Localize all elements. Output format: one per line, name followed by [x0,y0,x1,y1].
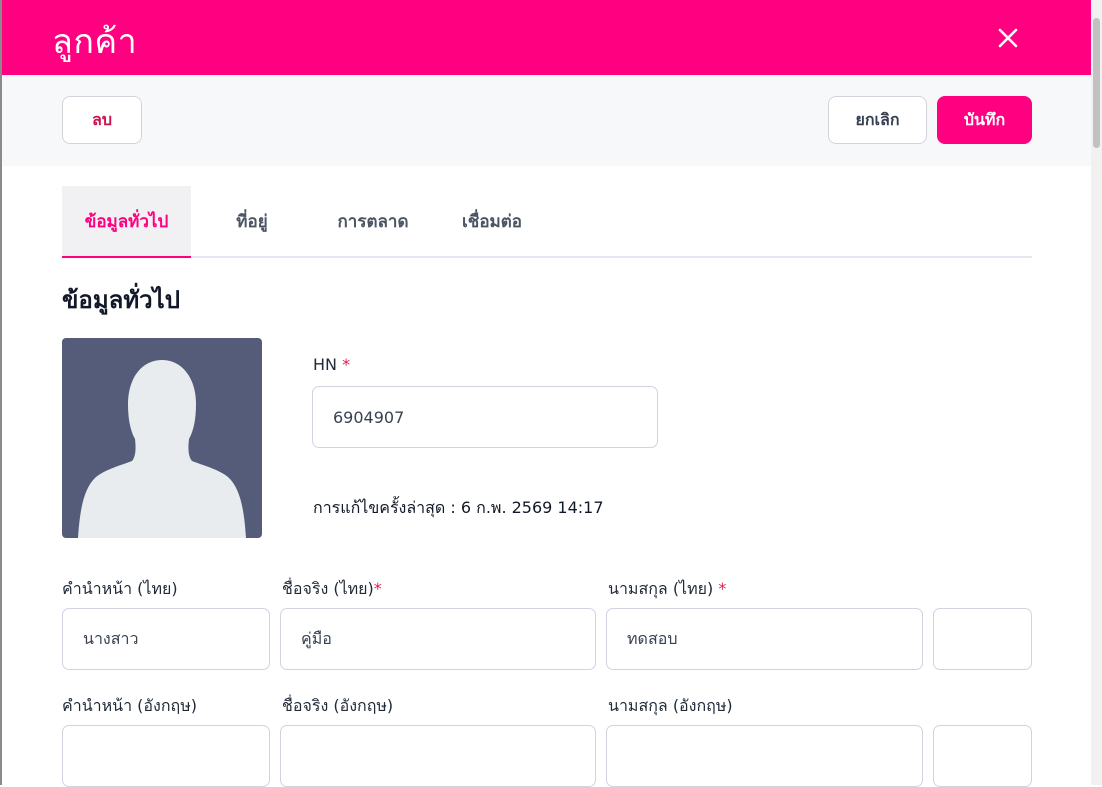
modal-title: ลูกค้า [52,22,138,62]
tab-general[interactable]: ข้อมูลทั่วไป [62,186,191,258]
scrollbar-thumb[interactable] [1093,18,1100,148]
firstname-th-label-text: ชื่อจริง (ไทย) [282,579,374,598]
save-button[interactable]: บันทึก [937,96,1032,144]
tab-connect[interactable]: เชื่อมต่อ [446,186,538,256]
prefix-th-label: คำนำหน้า (ไทย) [62,579,178,598]
avatar[interactable] [62,338,262,538]
required-mark: * [342,355,351,374]
hn-label: HN * [313,354,350,376]
scrollbar[interactable] [1091,0,1102,785]
modal-header: ลูกค้า [2,0,1091,75]
firstname-en-input[interactable] [280,725,596,787]
close-icon [998,28,1018,48]
user-silhouette-icon [78,360,246,538]
action-bar: ลบ ยกเลิก บันทึก [2,75,1091,166]
hn-input[interactable] [312,386,658,448]
lastname-th-input[interactable] [606,608,923,670]
delete-button[interactable]: ลบ [62,96,142,144]
tab-address[interactable]: ที่อยู่ [212,186,292,256]
prefix-en-input[interactable] [62,725,270,787]
lastname-th-label: นามสกุล (ไทย) * [608,578,726,600]
section-title: ข้อมูลทั่วไป [62,286,180,314]
lastname-en-input[interactable] [606,725,923,787]
prefix-en-label: คำนำหน้า (อังกฤษ) [62,696,197,715]
extra-en-input[interactable] [933,725,1032,787]
cancel-button[interactable]: ยกเลิก [828,96,927,144]
required-mark: * [718,579,727,598]
firstname-en-label: ชื่อจริง (อังกฤษ) [282,696,394,715]
tab-marketing[interactable]: การตลาด [320,186,426,256]
firstname-th-label: ชื่อจริง (ไทย)* [282,578,382,600]
close-button[interactable] [992,22,1024,54]
tab-bar: ข้อมูลทั่วไป ที่อยู่ การตลาด เชื่อมต่อ [62,186,1032,258]
lastname-th-label-text: นามสกุล (ไทย) [608,579,714,598]
hn-label-text: HN [313,355,337,374]
firstname-th-input[interactable] [280,608,596,670]
extra-th-input[interactable] [933,608,1032,670]
lastname-en-label: นามสกุล (อังกฤษ) [608,696,733,715]
required-mark: * [373,579,382,598]
last-updated-text: การแก้ไขครั้งล่าสุด : 6 ก.พ. 2569 14:17 [313,498,604,517]
prefix-th-input[interactable] [62,608,270,670]
